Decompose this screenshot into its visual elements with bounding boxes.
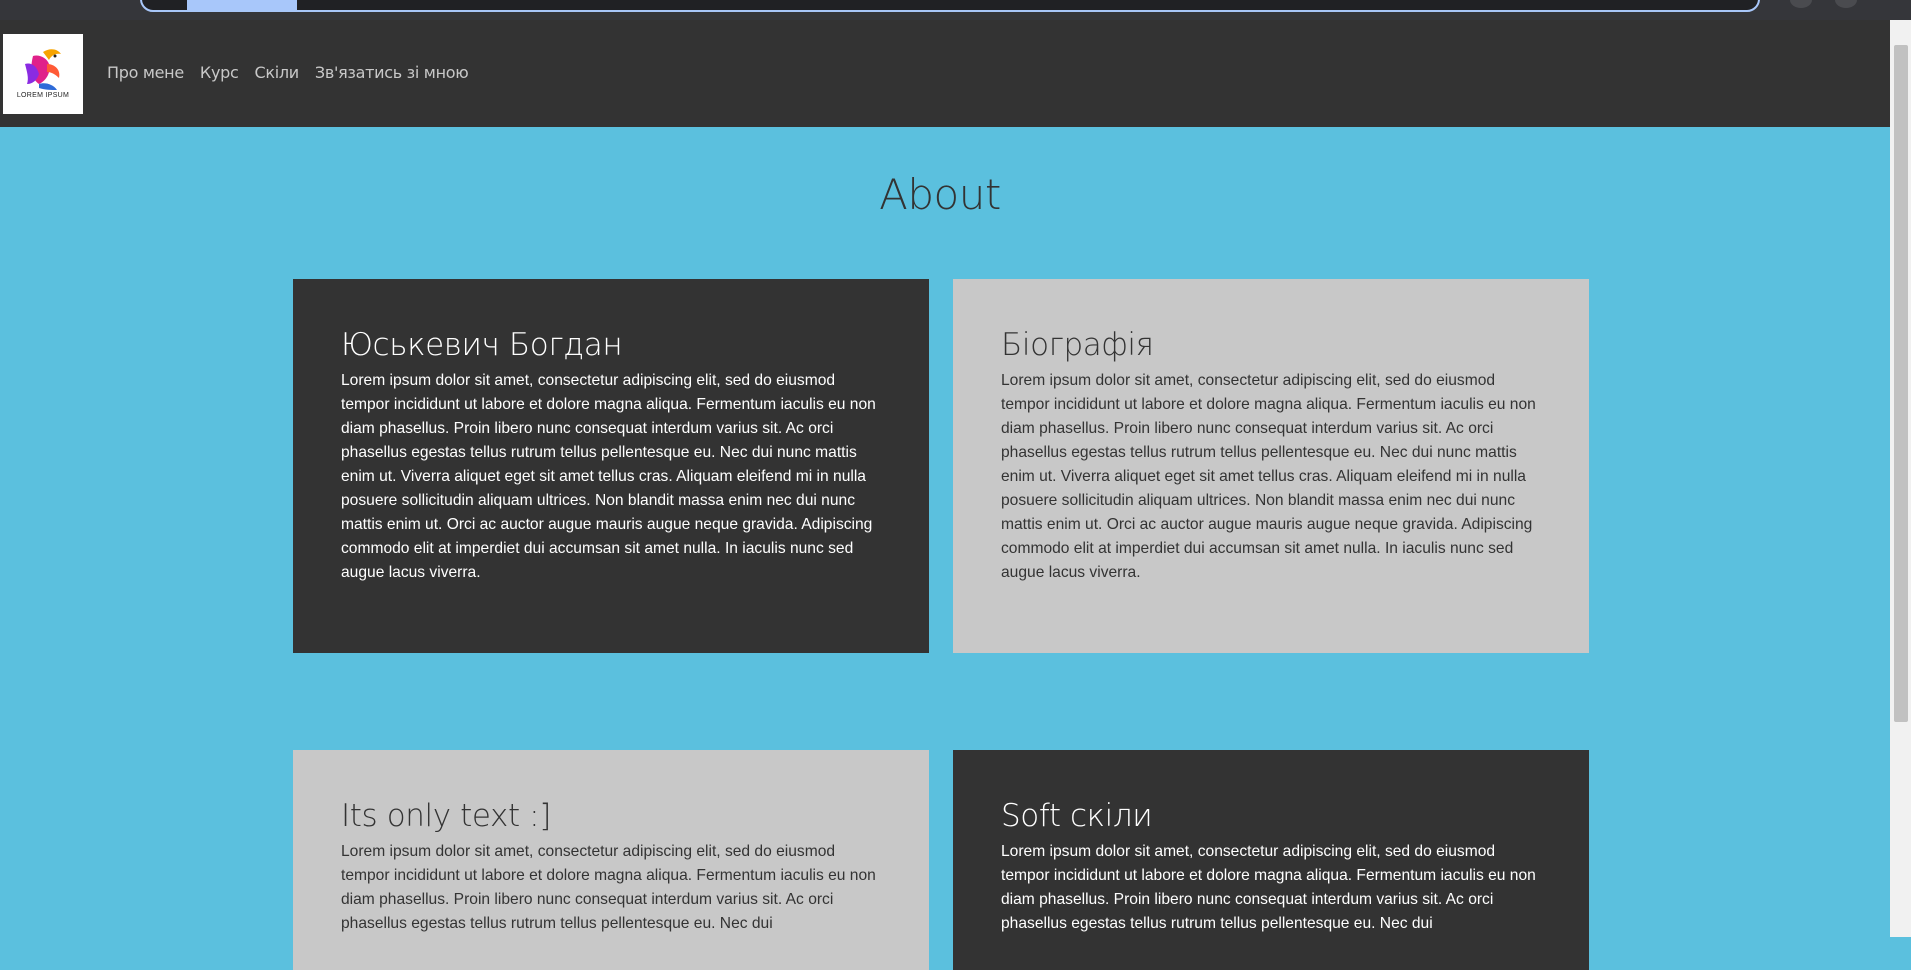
page-scrollbar[interactable] [1890, 20, 1911, 937]
card-heading: Its only text :] [341, 798, 551, 834]
browser-address-bar[interactable] [140, 0, 1760, 12]
extension-icon[interactable] [1790, 0, 1812, 8]
card-biography: Біографія Lorem ipsum dolor sit amet, co… [953, 279, 1589, 653]
card-text: Lorem ipsum dolor sit amet, consectetur … [341, 372, 876, 581]
main-nav: Про мене Курс Скіли Зв'язатись зі мною [107, 63, 469, 82]
profile-avatar-icon[interactable] [1835, 0, 1857, 8]
card-name: Юськевич Богдан Lorem ipsum dolor sit am… [293, 279, 929, 653]
nav-link-about-me[interactable]: Про мене [107, 63, 184, 82]
site-navbar: LOREM IPSUM Про мене Курс Скіли Зв'язати… [0, 20, 1890, 127]
card-soft-skills: Soft скіли Lorem ipsum dolor sit amet, c… [953, 750, 1589, 970]
card-heading: Soft скіли [1001, 798, 1153, 834]
logo-caption: LOREM IPSUM [16, 92, 70, 99]
card-text: Lorem ipsum dolor sit amet, consectetur … [341, 843, 876, 932]
site-logo[interactable]: LOREM IPSUM [3, 34, 83, 114]
card-heading: Біографія [1001, 327, 1154, 363]
page-title: About [879, 170, 1001, 219]
nav-link-contact[interactable]: Зв'язатись зі мною [315, 63, 469, 82]
scrollbar-thumb[interactable] [1894, 45, 1908, 722]
card-text: Lorem ipsum dolor sit amet, consectetur … [1001, 372, 1536, 581]
card-only-text: Its only text :] Lorem ipsum dolor sit a… [293, 750, 929, 970]
card-heading: Юськевич Богдан [341, 327, 623, 363]
nav-link-skills[interactable]: Скіли [254, 63, 299, 82]
card-text: Lorem ipsum dolor sit amet, consectetur … [1001, 843, 1536, 932]
browser-toolbar [0, 0, 1911, 20]
address-text-selection [187, 0, 297, 10]
nav-link-course[interactable]: Курс [200, 63, 239, 82]
bird-logo-icon [25, 49, 61, 90]
